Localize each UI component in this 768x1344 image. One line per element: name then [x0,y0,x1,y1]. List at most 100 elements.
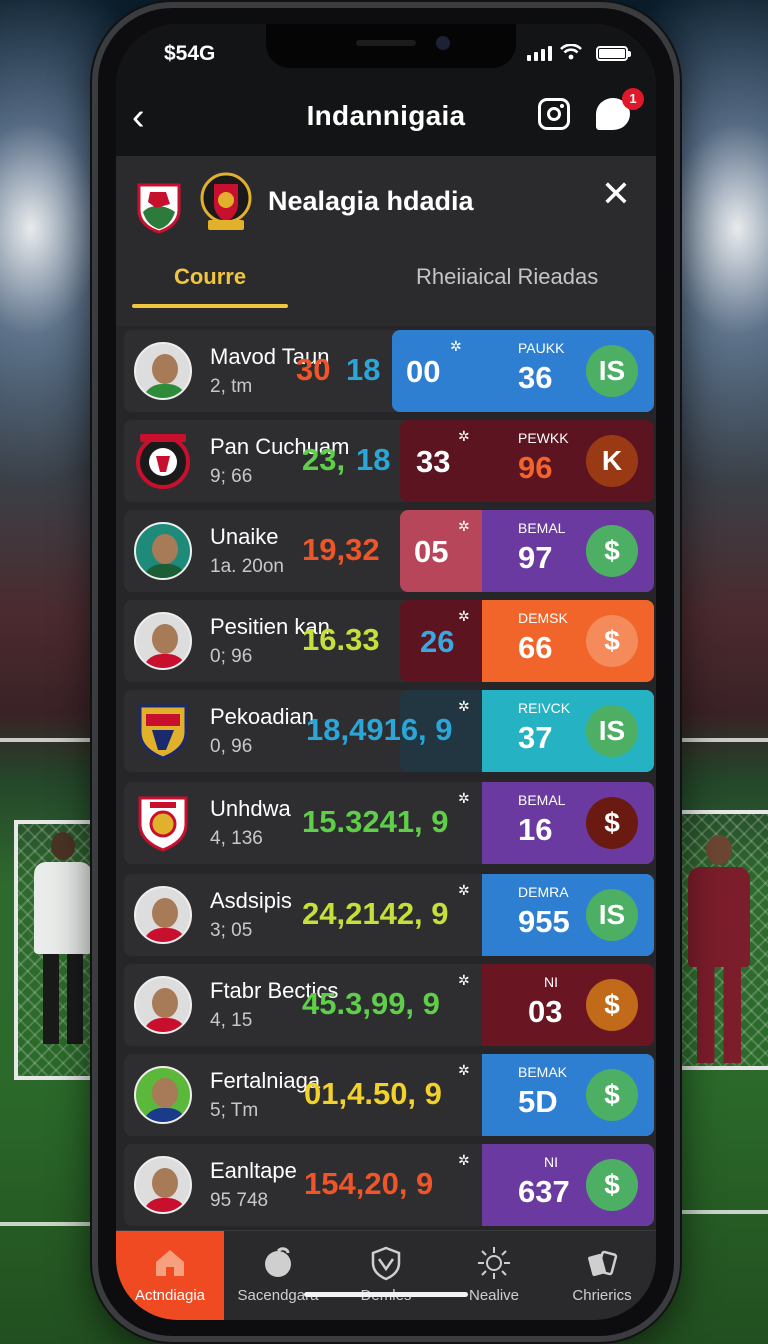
list-item[interactable]: Unhdwa 4, 136 15.3241, 9 ✲ BEMAL 16 $ [124,782,654,864]
player-avatar [134,976,192,1034]
status-time: $54G [164,42,216,65]
player-meta: 95 748 [210,1190,269,1211]
odds-label: NI [544,1154,558,1170]
bet-button[interactable]: $ [586,615,638,667]
bet-button[interactable]: $ [586,1159,638,1211]
player-avatar [134,1156,192,1214]
nav-item[interactable]: Sacendgara [224,1231,332,1320]
list-item[interactable]: Unaike 1a. 20on 19,32 ✲ 05 BEMAL 97 $ [124,510,654,592]
odds-value: 5D [518,1084,558,1119]
stat-primary: 18,4916, 9 [306,712,453,747]
club-crest [138,796,188,852]
odds-value: 66 [518,630,553,665]
signal-icon [527,46,552,61]
notification-badge: 1 [622,88,644,110]
bottom-tab-bar: Actndiagia Sacendgara Demles [116,1230,656,1320]
player-meta: 9; 66 [210,466,253,487]
phone-screen: $54G ‹ Indannigaia 1 Nealagia hdadia ✕ C… [116,24,656,1320]
score-value: 33 [416,444,451,479]
list-item[interactable]: Mavod Taun 2, tm 30 18 ✲ 00 PAUKK 36 IS [124,330,654,412]
pitch-line [0,1222,92,1226]
pitch-line [678,738,768,742]
nav-item[interactable]: Nealive [440,1231,548,1320]
match-title: Nealagia hdadia [268,186,474,216]
bet-button[interactable]: $ [586,797,638,849]
star-icon: ✲ [458,518,470,534]
list-item[interactable]: Pan Cuchuam 9; 66 23, 18 ✲ 33 PEWKK 96 K [124,420,654,502]
bet-button[interactable]: $ [586,1069,638,1121]
player-meta: 2, tm [210,376,253,397]
club-crest [136,434,190,489]
odds-block: NI 03 $ [482,964,654,1046]
nav-item[interactable]: Demles [332,1231,440,1320]
stat-secondary: 18 [356,442,391,477]
list-item[interactable]: Asdsipis 3; 05 24,2142, 9 ✲ DEMRA 955 IS [124,874,654,956]
bet-button[interactable]: $ [586,525,638,577]
shield-icon [371,1246,401,1281]
wifi-icon [560,44,582,60]
star-icon: ✲ [458,1062,470,1078]
stat-primary: 16.33 [302,622,380,657]
stat-primary: 15.3241, 9 [302,804,449,839]
star-icon: ✲ [458,790,470,806]
close-icon[interactable]: ✕ [596,174,636,214]
star-icon: ✲ [458,1152,470,1168]
star-icon: ✲ [458,972,470,988]
player-name: Unaike [210,524,279,549]
stat-secondary: 18 [346,352,381,387]
list-item[interactable]: Fertalniaga 5; Tm 01,4.50, 9 ✲ BEMAK 5D … [124,1054,654,1136]
odds-block: DEMSK 66 $ [482,600,654,682]
stat-primary: 45.3,99, 9 [302,986,440,1021]
bet-button[interactable]: IS [586,705,638,757]
stat-primary: 01,4.50, 9 [304,1076,442,1111]
odds-block: REIVCK 37 IS [482,690,654,772]
bet-button[interactable]: IS [586,345,638,397]
odds-block: BEMAL 16 $ [482,782,654,864]
list-item[interactable]: Eanltape 95 748 154,20, 9 ✲ NI 637 $ [124,1144,654,1226]
player-name: Asdsipis [210,888,292,913]
odds-value: 37 [518,720,553,755]
battery-icon [596,46,631,61]
player-avatar [134,612,192,670]
tab-course[interactable]: Courre [132,264,288,290]
odds-value: 03 [528,994,563,1029]
cards-icon [588,1250,618,1277]
player-meta: 4, 136 [210,828,263,849]
tab-historical-records[interactable]: Rheiiaical Rieadas [416,264,616,290]
player-name: Pekoadian [210,704,314,729]
odds-block: DEMRA 955 IS [482,874,654,956]
nav-item[interactable]: Chrierics [548,1231,656,1320]
player-name: Unhdwa [210,796,291,821]
odds-label: BEMAK [518,1064,568,1080]
score-block: ✲ 26 [400,600,482,682]
player-figure-left [30,832,96,1052]
score-block: ✲ 00 [392,330,482,412]
bet-button[interactable]: $ [586,979,638,1031]
odds-block: BEMAK 5D $ [482,1054,654,1136]
odds-block: PEWKK 96 K [482,420,654,502]
list-item[interactable]: Pesitien kan 0; 96 16.33 ✲ 26 DEMSK 66 $ [124,600,654,682]
nav-home[interactable]: Actndiagia [116,1231,224,1320]
player-avatar [134,342,192,400]
odds-value: 637 [518,1174,570,1209]
player-meta: 0, 96 [210,736,253,757]
instagram-icon[interactable] [538,98,570,130]
pitch-line [0,738,92,742]
star-icon: ✲ [450,338,462,354]
score-value: 05 [414,534,449,569]
list-item[interactable]: Ftabr Bectics 4, 15 45.3,99, 9 ✲ NI 03 $ [124,964,654,1046]
odds-value: 16 [518,812,553,847]
bet-button[interactable]: K [586,435,638,487]
player-figure-right [684,835,754,1075]
player-name: Eanltape [210,1158,297,1183]
bet-button[interactable]: IS [586,889,638,941]
status-bar: $54G [116,24,656,84]
stat-primary: 30 [296,352,331,387]
match-header: Nealagia hdadia ✕ Courre Rheiiaical Riea… [116,156,656,326]
star-icon: ✲ [458,882,470,898]
odds-value: 96 [518,450,553,485]
odds-block: NI 637 $ [482,1144,654,1226]
nav-label: Chrierics [572,1287,632,1304]
list-item[interactable]: Pekoadian 0, 96 18,4916, 9 ✲ REIVCK 37 I… [124,690,654,772]
score-value: 26 [420,624,455,659]
